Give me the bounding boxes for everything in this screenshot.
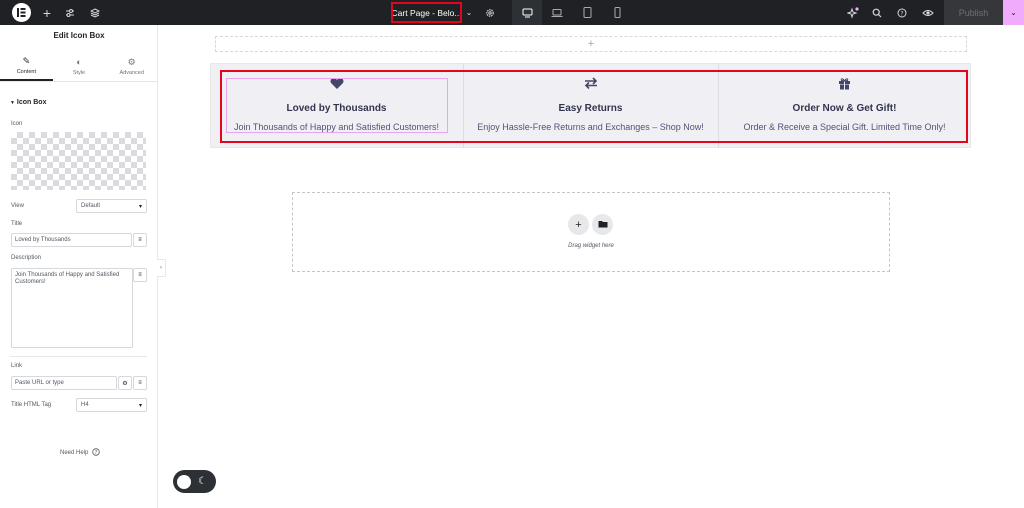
sparkles-icon[interactable] <box>846 0 860 25</box>
title-input-value: Loved by Thousands <box>15 237 71 243</box>
icon-box-title: Easy Returns <box>558 103 623 114</box>
caret-down-icon: ▼ <box>10 100 15 106</box>
sliders-icon[interactable] <box>64 0 76 25</box>
tab-style-label: Style <box>72 70 86 76</box>
layers-icon[interactable] <box>89 0 101 25</box>
drop-zone-hint: Drag widget here <box>568 243 614 249</box>
html-tag-select[interactable]: H4 ▾ <box>76 398 147 412</box>
link-label: Link <box>11 363 23 369</box>
icon-box-title: Order Now & Get Gift! <box>792 103 897 114</box>
chevron-down-icon[interactable]: ⌄ <box>464 0 474 25</box>
laptop-icon[interactable] <box>542 0 572 25</box>
chevron-down-icon: ⌄ <box>1010 8 1017 17</box>
half-circle-icon: ◐ <box>76 57 82 67</box>
dynamic-tags-button[interactable]: ≡ <box>133 268 147 282</box>
html-tag-label: Title HTML Tag <box>11 402 52 408</box>
svg-text:?: ? <box>95 450 98 456</box>
icon-box-description: Order & Receive a Special Gift. Limited … <box>743 122 946 132</box>
link-input-placeholder: Paste URL or type <box>15 380 64 386</box>
gear-icon: ⚙ <box>122 380 128 387</box>
add-template-button[interactable] <box>592 214 613 235</box>
toggle-knob <box>177 474 191 489</box>
moon-icon: ☾ <box>198 476 207 487</box>
title-input[interactable]: Loved by Thousands <box>11 233 132 247</box>
gear-icon: ⚙ <box>127 57 136 67</box>
icon-box-description: Enjoy Hassle-Free Returns and Exchanges … <box>477 122 704 132</box>
dark-mode-toggle[interactable]: ☾ <box>173 470 216 493</box>
chevron-left-icon: ‹ <box>160 265 162 271</box>
view-select[interactable]: Default ▾ <box>76 199 147 213</box>
need-help-link[interactable]: Need Help ? <box>60 448 101 458</box>
search-icon[interactable] <box>871 0 883 25</box>
need-help-label: Need Help <box>60 450 89 456</box>
chevron-down-icon: ▾ <box>138 203 142 210</box>
pencil-icon: ✎ <box>22 56 31 66</box>
panel-tabs: ✎ Content ◐ Style ⚙ Advanced <box>0 53 158 82</box>
description-textarea[interactable]: Join Thousands of Happy and Satisfied Cu… <box>11 268 133 348</box>
mobile-icon[interactable] <box>602 0 632 25</box>
icon-picker[interactable] <box>11 132 146 190</box>
tab-content[interactable]: ✎ Content <box>0 53 53 81</box>
database-icon: ≡ <box>138 237 142 243</box>
folder-icon <box>598 219 608 231</box>
document-title[interactable]: Cart Page - Belo... <box>391 2 462 23</box>
add-element-button[interactable]: + <box>568 214 589 235</box>
tab-advanced-label: Advanced <box>119 70 144 76</box>
collapse-panel-button[interactable]: ‹ <box>157 259 166 277</box>
publish-button[interactable]: Publish <box>944 0 1003 25</box>
chevron-down-icon: ▾ <box>138 402 142 409</box>
tab-style[interactable]: ◐ Style <box>53 53 106 81</box>
editor-panel: Edit Icon Box ✎ Content ◐ Style ⚙ Advanc… <box>0 25 158 508</box>
eye-icon[interactable] <box>921 0 935 25</box>
svg-text:?: ? <box>900 10 903 17</box>
gear-icon[interactable] <box>484 0 496 25</box>
tab-advanced[interactable]: ⚙ Advanced <box>105 53 158 81</box>
link-options-button[interactable]: ⚙ <box>118 376 132 390</box>
plus-icon[interactable]: + <box>41 0 53 25</box>
gift-icon <box>838 77 851 91</box>
section-toggle-icon-box[interactable]: ▼ Icon Box <box>10 99 46 106</box>
top-bar: + Cart Page - Belo... ⌄ ? Publish ⌄ <box>0 0 1024 25</box>
section-title: Icon Box <box>16 99 47 106</box>
publish-options-button[interactable]: ⌄ <box>1003 0 1024 25</box>
add-section-row[interactable]: + <box>215 36 967 52</box>
title-label: Title <box>11 221 23 227</box>
html-tag-select-value: H4 <box>81 402 89 408</box>
plus-icon: + <box>587 38 595 50</box>
view-label: View <box>11 203 24 209</box>
help-icon: ? <box>92 448 101 458</box>
drop-zone[interactable] <box>292 192 890 272</box>
exchange-arrows-icon <box>584 77 598 91</box>
database-icon: ≡ <box>138 272 142 278</box>
icon-label: Icon <box>11 121 23 127</box>
description-label: Description <box>11 255 42 261</box>
help-icon[interactable]: ? <box>896 0 908 25</box>
divider <box>10 356 147 357</box>
database-icon: ≡ <box>138 380 142 386</box>
view-select-value: Default <box>81 203 101 209</box>
icon-box-gift[interactable]: Order Now & Get Gift! Order & Receive a … <box>718 63 971 148</box>
link-input[interactable]: Paste URL or type <box>11 376 117 390</box>
tablet-icon[interactable] <box>572 0 602 25</box>
selected-widget-outline <box>226 78 448 133</box>
panel-title: Edit Icon Box <box>53 31 105 40</box>
desktop-icon[interactable] <box>512 0 542 25</box>
elementor-logo-icon[interactable] <box>12 3 31 22</box>
dynamic-tags-button[interactable]: ≡ <box>133 376 147 390</box>
icon-box-returns[interactable]: Easy Returns Enjoy Hassle-Free Returns a… <box>463 63 718 148</box>
dynamic-tags-button[interactable]: ≡ <box>133 233 147 247</box>
tab-content-label: Content <box>16 69 36 75</box>
plus-icon: + <box>575 218 582 231</box>
